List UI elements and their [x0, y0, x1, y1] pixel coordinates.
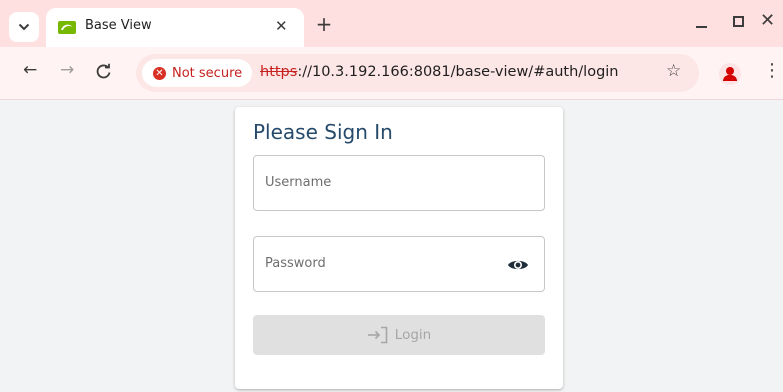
username-placeholder: Username [265, 175, 332, 190]
url-path: ://10.3.192.166:8081/base-view/#auth/log… [297, 64, 619, 80]
back-arrow-icon[interactable]: ← [23, 60, 37, 80]
profile-avatar-icon[interactable] [719, 63, 741, 85]
nvidia-icon [58, 21, 76, 34]
profile-body [723, 75, 737, 81]
warning-icon: ✕ [153, 66, 166, 80]
forward-arrow-icon[interactable]: → [60, 60, 74, 80]
eye-icon[interactable] [507, 257, 529, 273]
kebab-menu-icon[interactable]: ⋮ [763, 60, 781, 81]
login-title: Please Sign In [253, 120, 393, 144]
maximize-icon[interactable] [733, 16, 744, 27]
username-field[interactable]: Username [253, 155, 545, 211]
new-tab-button[interactable]: + [312, 13, 336, 37]
password-field[interactable]: Password [253, 236, 545, 292]
url-text[interactable]: https://10.3.192.166:8081/base-view/#aut… [260, 64, 619, 80]
bookmark-star-icon[interactable]: ☆ [666, 61, 681, 81]
login-card: Please Sign In Username Password Login [235, 107, 563, 389]
tab-strip: Base View ✕ + ✕ [0, 0, 783, 47]
tab-search-button[interactable] [9, 12, 39, 42]
address-bar[interactable]: ✕ Not secure https://10.3.192.166:8081/b… [136, 54, 699, 92]
reload-icon[interactable] [95, 63, 112, 80]
profile-head [726, 67, 734, 75]
browser-tab[interactable]: Base View ✕ [46, 8, 304, 47]
chevron-down-icon [18, 23, 30, 31]
login-label: Login [394, 327, 432, 343]
url-scheme: https [260, 64, 298, 80]
sign-in-icon [367, 326, 388, 344]
password-placeholder: Password [265, 256, 326, 271]
page-content: Please Sign In Username Password Login [0, 101, 783, 392]
not-secure-label: Not secure [172, 65, 243, 81]
security-chip[interactable]: ✕ Not secure [142, 59, 253, 87]
login-button[interactable]: Login [253, 315, 545, 355]
tab-close-icon[interactable]: ✕ [275, 17, 288, 35]
window-close-icon[interactable]: ✕ [760, 10, 775, 31]
minimize-icon[interactable] [696, 26, 707, 28]
browser-toolbar: ← → ✕ Not secure https://10.3.192.166:80… [0, 47, 783, 100]
tab-title: Base View [85, 18, 152, 33]
